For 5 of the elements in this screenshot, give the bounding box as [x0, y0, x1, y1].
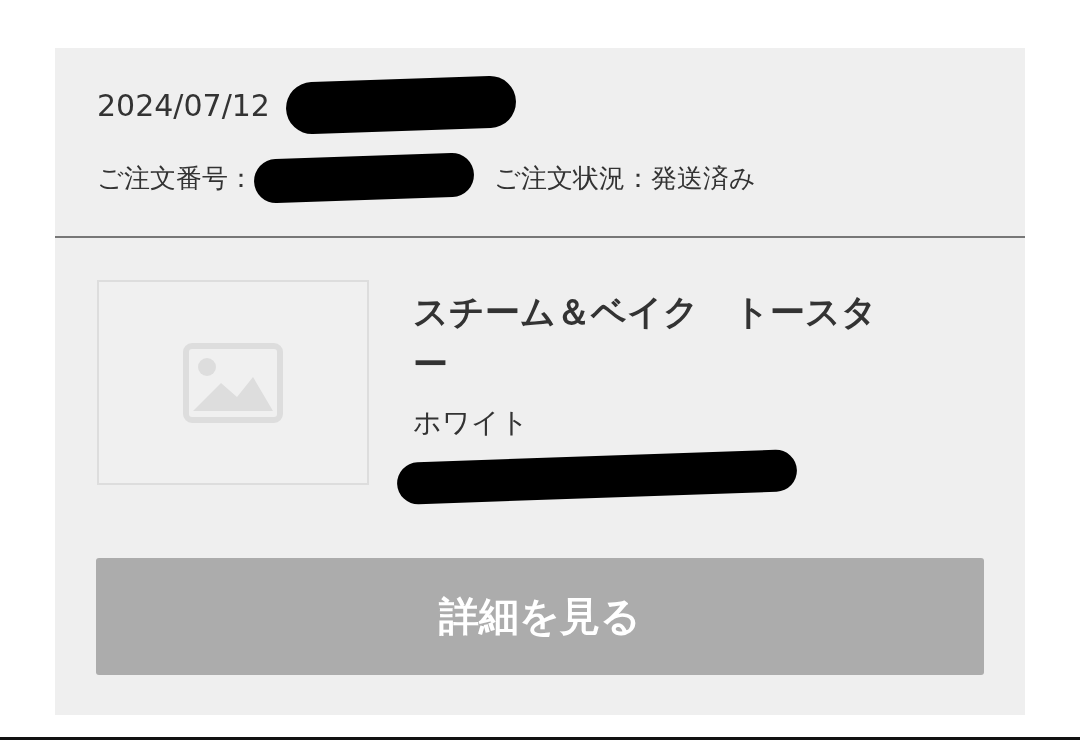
order-status: ご注文状況：発送済み [494, 161, 756, 195]
product-variant: ホワイト [413, 405, 530, 441]
product-name: スチーム＆ベイク トースター [413, 291, 878, 386]
order-date: 2024/07/12 [97, 87, 270, 123]
order-number-label: ご注文番号： [97, 161, 254, 195]
